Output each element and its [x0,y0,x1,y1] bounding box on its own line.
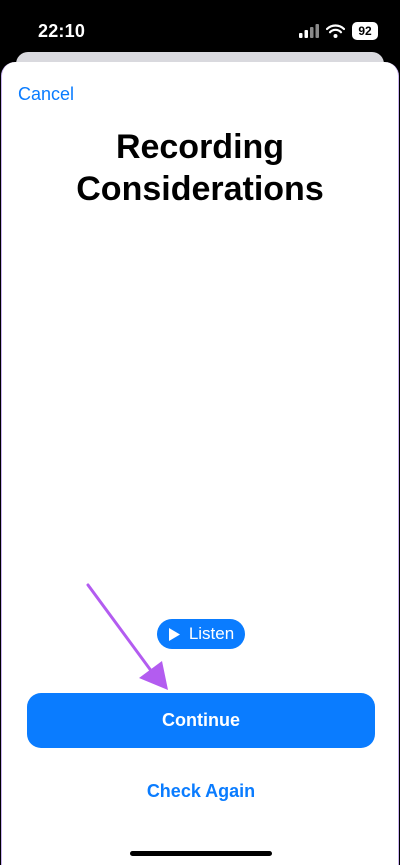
play-icon [168,627,180,641]
status-icons: 92 [299,21,378,41]
home-indicator [130,851,272,856]
listen-button[interactable]: Listen [157,619,245,649]
continue-button[interactable]: Continue [27,693,375,748]
cellular-signal-icon [299,24,319,38]
battery-icon: 92 [352,22,378,40]
status-time: 22:10 [38,21,86,41]
check-again-button[interactable]: Check Again [2,781,400,802]
wifi-icon [326,24,345,38]
listen-label: Listen [188,624,235,643]
cancel-button[interactable]: Cancel [18,84,74,105]
continue-label: Continue [162,710,240,730]
page-title: Recording Considerations [76,128,324,208]
status-bar: 22:10 92 [0,0,400,56]
modal-sheet: Cancel Recording Considerations Listen C… [1,62,399,865]
